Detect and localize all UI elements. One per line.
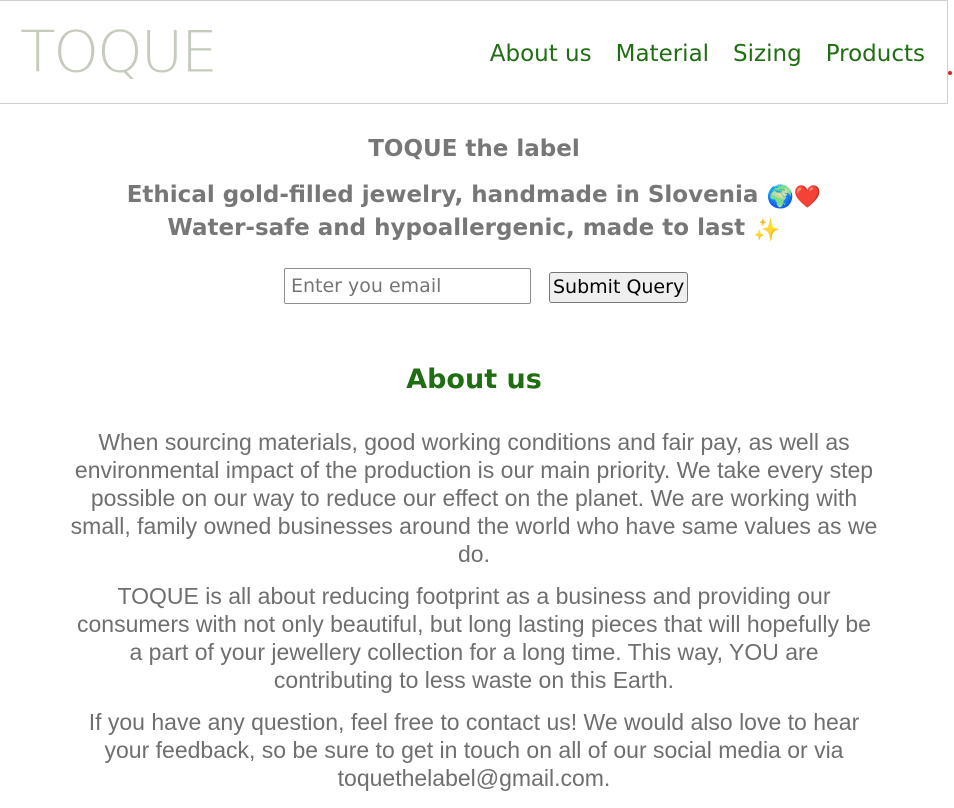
tagline-line-2: Water-safe and hypoallergenic, made to l… [0, 213, 948, 246]
nav-about-us[interactable]: About us [490, 41, 592, 69]
about-paragraph-3: If you have any question, feel free to c… [88, 709, 860, 791]
tagline-line-1-text: Ethical gold-filled jewelry, handmade in… [126, 181, 759, 208]
sparkles-emoji-icon: ✨ [753, 217, 781, 243]
main-nav: About us Material Sizing Products [490, 41, 925, 69]
nav-material[interactable]: Material [616, 41, 709, 69]
submit-query-button[interactable]: Submit Query [549, 271, 689, 303]
hero-section: TOQUE the label Ethical gold-filled jewe… [0, 136, 948, 246]
nav-sizing[interactable]: Sizing [733, 41, 802, 69]
tagline-line-2-text: Water-safe and hypoallergenic, made to l… [167, 214, 746, 241]
hero-title: TOQUE the label [368, 136, 580, 162]
email-input[interactable] [284, 268, 531, 304]
about-paragraph-2: TOQUE is all about reducing footprint as… [77, 583, 871, 693]
tagline: Ethical gold-filled jewelry, handmade in… [0, 180, 948, 246]
site-logo[interactable]: TOQUE [20, 24, 218, 81]
newsletter-form: Submit Query [284, 268, 689, 304]
about-us-heading: About us [406, 364, 542, 395]
about-paragraph-1: When sourcing materials, good working co… [70, 429, 878, 567]
about-us-body: When sourcing materials, good working co… [70, 428, 878, 806]
tagline-line-1: Ethical gold-filled jewelry, handmade in… [0, 180, 948, 213]
site-header: TOQUE About us Material Sizing Products [0, 0, 948, 104]
nav-products[interactable]: Products [826, 41, 925, 69]
red-dot-marker [948, 71, 952, 75]
globe-heart-emoji-icon: 🌍❤️ [766, 184, 822, 210]
